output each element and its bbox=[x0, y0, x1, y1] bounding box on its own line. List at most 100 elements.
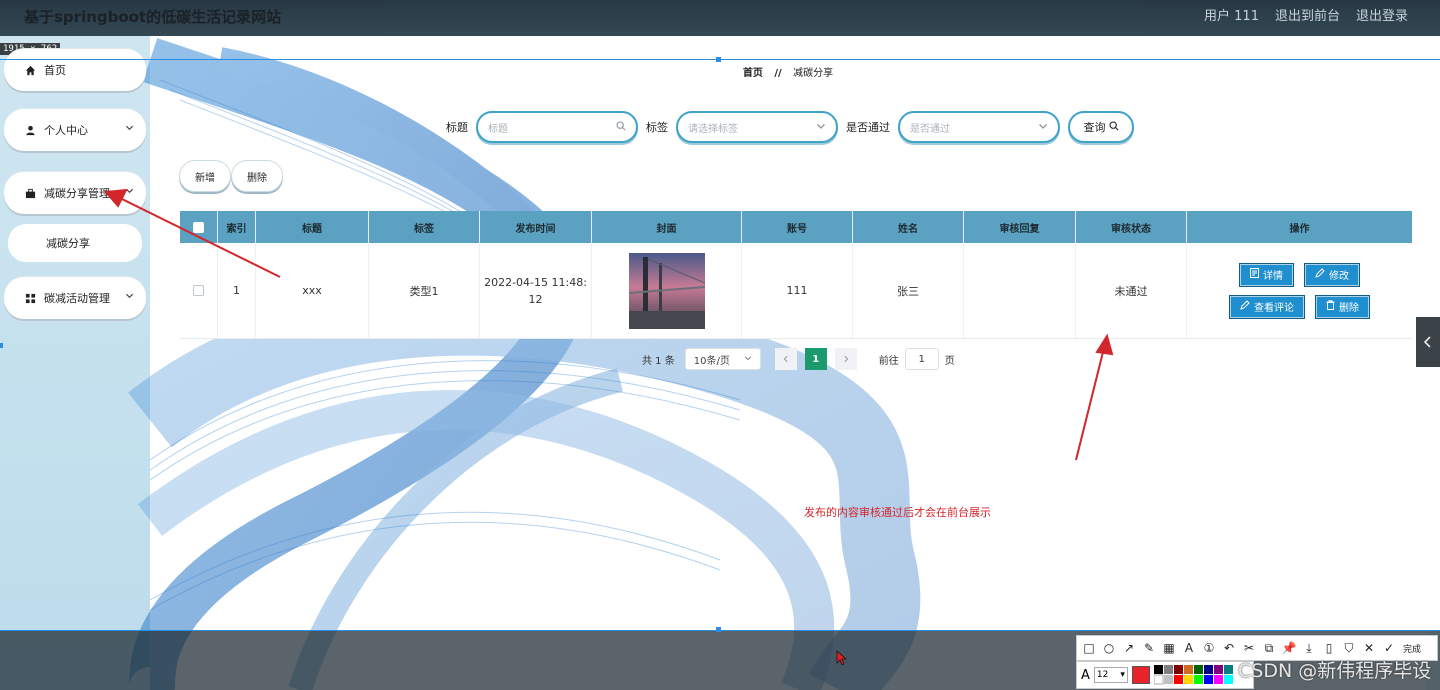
view-comments-button[interactable]: 查看评论 bbox=[1229, 294, 1305, 319]
cell-title: xxx bbox=[256, 243, 369, 338]
action-bar: 新增 删除 bbox=[179, 160, 283, 192]
query-button[interactable]: 查询 bbox=[1068, 111, 1134, 143]
capture-icon[interactable]: ⧉ bbox=[1261, 641, 1277, 656]
cell-review-status: 未通过 bbox=[1076, 243, 1187, 338]
grid-icon bbox=[24, 292, 36, 304]
table-header: 索引 标题 标签 发布时间 封面 账号 姓名 审核回复 审核状态 操作 bbox=[180, 211, 1412, 243]
add-button[interactable]: 新增 bbox=[179, 160, 231, 192]
cell-cover bbox=[592, 243, 742, 338]
chevron-down-icon bbox=[816, 121, 826, 134]
annotation-note: 发布的内容审核通过后才会在前台展示 bbox=[804, 506, 991, 519]
sidebar-item-label: 减碳分享管理 bbox=[44, 187, 110, 200]
check-icon[interactable]: ✓ bbox=[1381, 641, 1397, 655]
chevron-left-icon bbox=[783, 355, 788, 363]
mouse-cursor-icon bbox=[836, 650, 847, 666]
pen-tool-icon[interactable]: ✎ bbox=[1141, 641, 1157, 655]
next-page-button[interactable] bbox=[834, 348, 857, 370]
row-select-cell bbox=[180, 243, 218, 338]
current-color-swatch[interactable] bbox=[1131, 666, 1150, 684]
font-size-select[interactable]: 12 ▾ bbox=[1093, 667, 1128, 683]
column-header: 审核状态 bbox=[1076, 211, 1187, 243]
view-comments-label: 查看评论 bbox=[1254, 303, 1294, 314]
breadcrumb-separator: // bbox=[774, 68, 782, 79]
number-tool-icon[interactable]: ① bbox=[1201, 641, 1217, 655]
pin-icon[interactable]: 📌 bbox=[1281, 641, 1297, 655]
done-button[interactable]: 完成 bbox=[1403, 642, 1421, 655]
download-icon[interactable]: ⤓ bbox=[1301, 641, 1317, 656]
ops-line: 详情 修改 bbox=[1239, 262, 1360, 287]
tag-select[interactable]: 请选择标签 bbox=[676, 111, 838, 143]
column-header: 索引 bbox=[218, 211, 256, 243]
undo-icon[interactable]: ↶ bbox=[1221, 641, 1237, 655]
detail-button[interactable]: 详情 bbox=[1239, 262, 1294, 287]
current-user-label[interactable]: 用户 111 bbox=[1204, 5, 1259, 24]
csdn-watermark: CSDN @新伟程序毕设 bbox=[1238, 660, 1432, 682]
sidebar-item-personal-center[interactable]: 个人中心 bbox=[4, 109, 146, 151]
sidebar-item-label: 首页 bbox=[44, 64, 66, 77]
chevron-down-icon bbox=[125, 123, 134, 135]
column-header: 账号 bbox=[742, 211, 853, 243]
passed-select[interactable]: 是否通过 bbox=[898, 111, 1060, 143]
rectangle-tool-icon[interactable]: □ bbox=[1081, 641, 1097, 655]
scissors-icon[interactable]: ✂ bbox=[1241, 641, 1257, 655]
goto-page-input[interactable]: 1 bbox=[904, 348, 939, 370]
back-to-frontend-link[interactable]: 退出到前台 bbox=[1275, 5, 1340, 24]
trash-icon bbox=[1326, 300, 1335, 313]
page-size-select[interactable]: 10条/页 bbox=[684, 348, 761, 370]
column-header: 封面 bbox=[592, 211, 742, 243]
close-icon[interactable]: ✕ bbox=[1361, 641, 1377, 655]
page-suffix: 页 bbox=[944, 355, 955, 367]
passed-filter-label: 是否通过 bbox=[846, 121, 890, 134]
select-all-checkbox[interactable] bbox=[193, 221, 204, 233]
home-icon bbox=[24, 64, 36, 76]
column-header: 标签 bbox=[369, 211, 480, 243]
pencil-icon bbox=[1315, 268, 1325, 281]
search-bar: 标题 标题 标签 请选择标签 是否通过 是否通过 查询 bbox=[446, 111, 1134, 143]
sidebar-subitem-carbon-share[interactable]: 减碳分享 bbox=[8, 224, 142, 262]
copy-icon[interactable]: ▯ bbox=[1321, 641, 1337, 655]
folder-icon bbox=[24, 187, 36, 199]
arrow-tool-icon[interactable]: ↗ bbox=[1121, 641, 1137, 655]
text-tool-icon[interactable]: A bbox=[1181, 641, 1197, 655]
side-collapse-tab[interactable] bbox=[1416, 317, 1440, 367]
passed-select-placeholder: 是否通过 bbox=[910, 123, 950, 135]
ellipse-tool-icon[interactable]: ○ bbox=[1101, 641, 1117, 655]
table-row: 1 xxx 类型1 2022-04-15 11:48: 12 111 张三 未通… bbox=[180, 243, 1412, 339]
share-table: 索引 标题 标签 发布时间 封面 账号 姓名 审核回复 审核状态 操作 1 xx… bbox=[180, 211, 1412, 339]
query-button-label: 查询 bbox=[1083, 121, 1106, 134]
pencil-icon bbox=[1240, 300, 1250, 313]
tag-filter-label: 标签 bbox=[646, 121, 668, 134]
published-time-line: 2022-04-15 11:48: bbox=[484, 275, 587, 289]
edit-button[interactable]: 修改 bbox=[1304, 262, 1360, 287]
main-content: 首页 // 减碳分享 标题 标题 标签 请选择标签 是否通过 是否通过 查询 新… bbox=[150, 59, 1426, 631]
row-delete-label: 删除 bbox=[1339, 303, 1359, 314]
search-icon bbox=[616, 120, 626, 134]
mosaic-tool-icon[interactable]: ▦ bbox=[1161, 641, 1177, 655]
color-palette[interactable] bbox=[1153, 665, 1236, 685]
sidebar-item-home[interactable]: 首页 bbox=[4, 49, 146, 91]
column-header: 发布时间 bbox=[480, 211, 592, 243]
column-header: 姓名 bbox=[853, 211, 964, 243]
breadcrumb: 首页 // 减碳分享 bbox=[150, 64, 1426, 79]
chevron-down-icon bbox=[744, 354, 752, 365]
title-filter-label: 标题 bbox=[446, 121, 468, 134]
title-search-input[interactable]: 标题 bbox=[476, 111, 638, 143]
row-checkbox[interactable] bbox=[193, 285, 204, 296]
page-number-button[interactable]: 1 bbox=[804, 348, 827, 370]
cell-tag: 类型1 bbox=[369, 243, 480, 338]
batch-delete-button[interactable]: 删除 bbox=[231, 160, 283, 192]
sidebar-item-activity-management[interactable]: 碳减活动管理 bbox=[4, 277, 146, 319]
bookmark-icon[interactable]: ⛉ bbox=[1341, 641, 1357, 656]
goto-label: 前往 bbox=[878, 355, 899, 367]
prev-page-button[interactable] bbox=[774, 348, 797, 370]
breadcrumb-current: 减碳分享 bbox=[793, 68, 834, 79]
row-delete-button[interactable]: 删除 bbox=[1315, 294, 1370, 319]
cover-image[interactable] bbox=[628, 252, 705, 329]
search-icon bbox=[1108, 120, 1119, 134]
header-links: 用户 111 退出到前台 退出登录 bbox=[1204, 5, 1408, 24]
ops-line: 查看评论 删除 bbox=[1229, 294, 1370, 319]
breadcrumb-home[interactable]: 首页 bbox=[743, 68, 763, 79]
top-header: 基于springboot的低碳生活记录网站 用户 111 退出到前台 退出登录 bbox=[0, 0, 1440, 36]
logout-link[interactable]: 退出登录 bbox=[1356, 5, 1408, 24]
sidebar-item-share-management[interactable]: 减碳分享管理 bbox=[4, 172, 146, 214]
